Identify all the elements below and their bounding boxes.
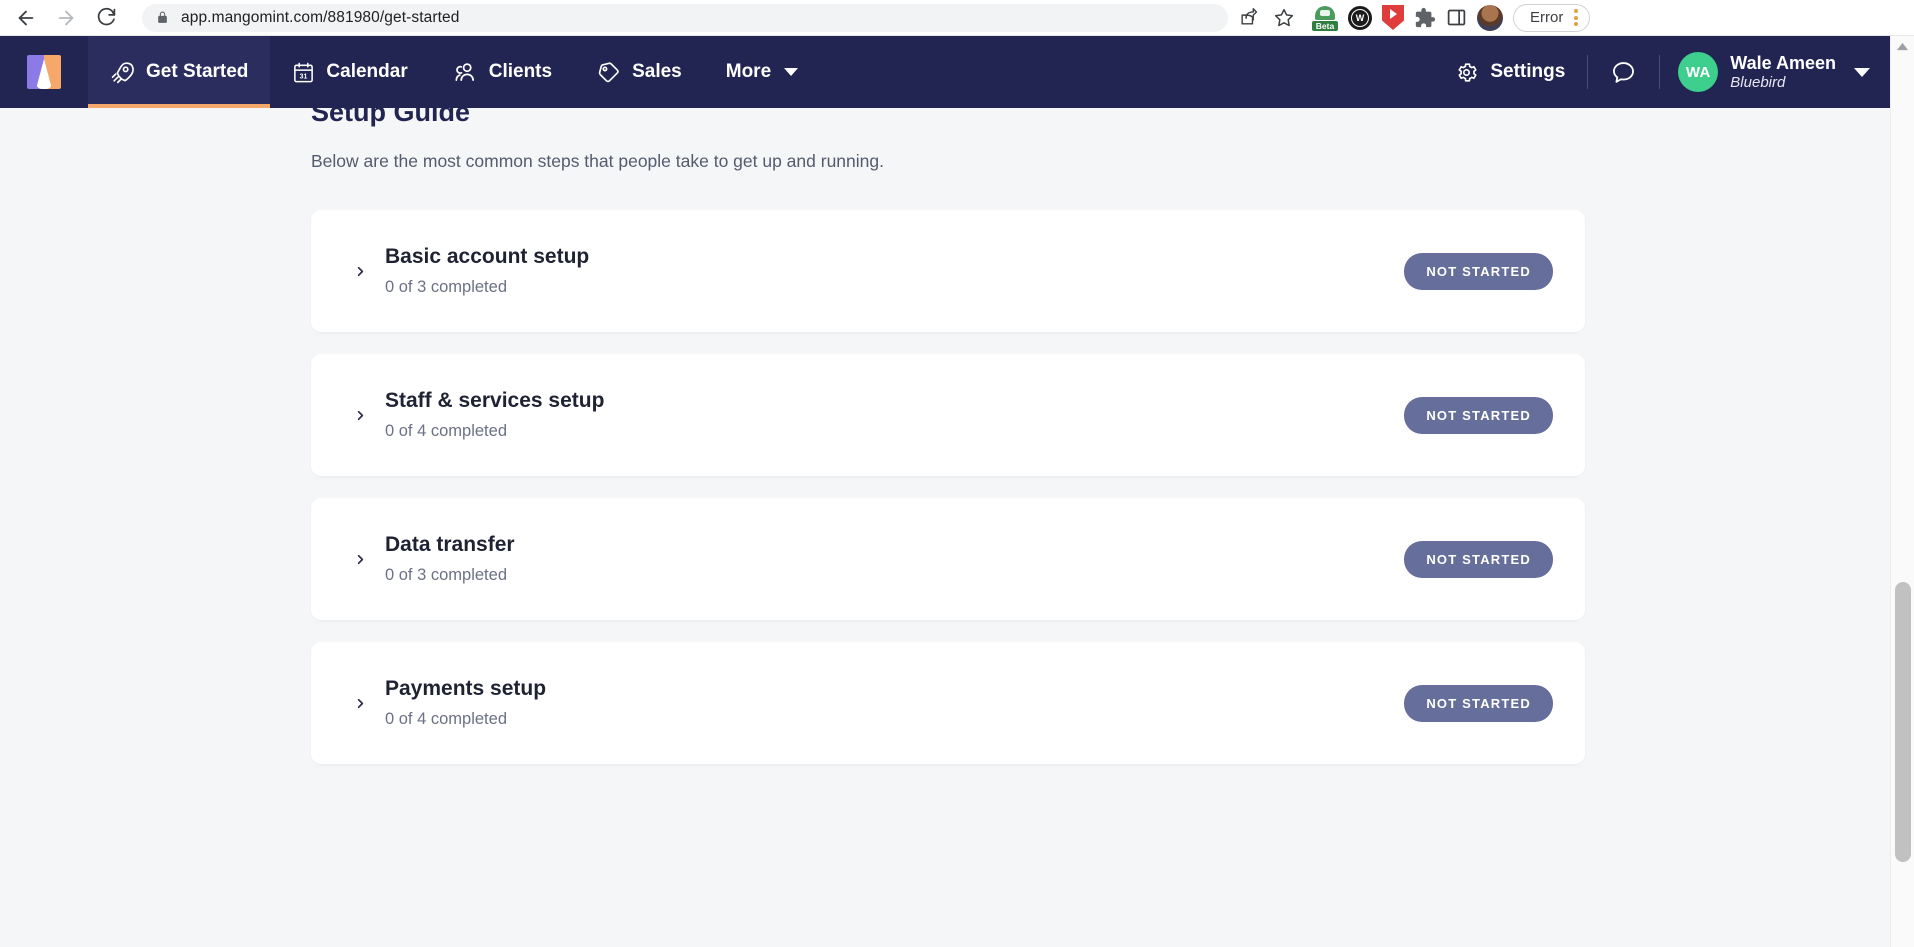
chrome-menu-icon[interactable]: [1569, 9, 1583, 26]
url-text: app.mangomint.com/881980/get-started: [181, 8, 460, 26]
rocket-icon: [110, 60, 135, 85]
page-subtitle: Below are the most common steps that peo…: [311, 151, 884, 171]
chevron-right-icon[interactable]: [347, 262, 373, 281]
wallet-extension-icon[interactable]: W: [1348, 5, 1372, 30]
back-arrow-icon[interactable]: [6, 2, 46, 34]
beta-extension-icon[interactable]: Beta: [1312, 4, 1338, 31]
clients-icon: [452, 59, 478, 85]
profile-avatar-icon[interactable]: [1477, 4, 1503, 31]
nav-label-more: More: [725, 61, 772, 82]
user-info: Wale Ameen Bluebird: [1730, 53, 1836, 91]
video-download-extension-icon[interactable]: [1382, 5, 1404, 30]
gear-icon: [1454, 60, 1479, 85]
beta-extension-label: Beta: [1312, 20, 1338, 31]
card-title: Basic account setup: [385, 245, 590, 268]
error-button-label: Error: [1530, 9, 1564, 26]
chevron-right-icon[interactable]: [347, 406, 373, 425]
address-bar[interactable]: app.mangomint.com/881980/get-started: [142, 3, 1228, 32]
chevron-right-icon[interactable]: [347, 694, 373, 713]
card-text-group: Payments setup 0 of 4 completed: [385, 677, 546, 729]
avatar: WA: [1678, 52, 1719, 92]
nav-item-sales[interactable]: Sales: [574, 36, 704, 108]
wallet-extension-label: W: [1351, 8, 1369, 27]
user-chevron-down-icon: [1854, 67, 1870, 77]
share-icon[interactable]: [1232, 4, 1264, 32]
omnibox-actions: [1232, 4, 1300, 32]
user-org: Bluebird: [1730, 73, 1786, 91]
card-title: Data transfer: [385, 533, 515, 556]
user-name: Wale Ameen: [1730, 53, 1836, 74]
browser-nav-buttons: [0, 2, 126, 34]
setup-card-data-transfer[interactable]: Data transfer 0 of 3 completed NOT START…: [311, 498, 1585, 620]
status-badge: NOT STARTED: [1404, 684, 1553, 722]
card-progress: 0 of 3 completed: [385, 566, 507, 584]
card-title: Staff & services setup: [385, 389, 605, 412]
card-text-group: Basic account setup 0 of 3 completed: [385, 245, 589, 297]
browser-toolbar: app.mangomint.com/881980/get-started Bet…: [0, 0, 1914, 36]
calendar-icon: 31: [292, 61, 315, 84]
setup-guide-card-list: Basic account setup 0 of 3 completed NOT…: [305, 210, 1585, 764]
nav-label-get-started: Get Started: [146, 61, 249, 82]
error-button[interactable]: Error: [1513, 3, 1591, 32]
card-title: Payments setup: [385, 677, 547, 700]
nav-label-sales: Sales: [632, 61, 682, 82]
chevron-down-icon: [784, 68, 799, 76]
nav-label-calendar: Calendar: [326, 61, 408, 82]
nav-item-calendar[interactable]: 31 Calendar: [270, 36, 429, 108]
card-progress: 0 of 3 completed: [385, 278, 507, 296]
mangomint-logo[interactable]: [0, 36, 88, 108]
browser-extensions: Beta W: [1312, 4, 1503, 31]
tag-icon: [596, 60, 621, 85]
status-badge: NOT STARTED: [1404, 252, 1553, 290]
nav-item-settings[interactable]: Settings: [1432, 60, 1587, 85]
card-text-group: Data transfer 0 of 3 completed: [385, 533, 515, 585]
nav-item-get-started[interactable]: Get Started: [88, 36, 271, 108]
nav-label-settings: Settings: [1490, 61, 1566, 82]
reload-icon[interactable]: [86, 2, 126, 34]
nav-item-more[interactable]: More: [704, 36, 820, 108]
svg-text:31: 31: [300, 73, 308, 80]
user-menu[interactable]: WA Wale Ameen Bluebird: [1660, 52, 1890, 92]
setup-card-payments-setup[interactable]: Payments setup 0 of 4 completed NOT STAR…: [311, 642, 1585, 764]
extensions-puzzle-icon[interactable]: [1414, 7, 1436, 29]
lock-icon: [156, 10, 169, 25]
page-scrollbar[interactable]: [1890, 36, 1914, 947]
status-badge: NOT STARTED: [1404, 540, 1553, 578]
card-progress: 0 of 4 completed: [385, 710, 507, 728]
scrollbar-thumb[interactable]: [1895, 582, 1911, 862]
nav-label-clients: Clients: [488, 61, 553, 82]
mangomint-logo-mark: [27, 55, 61, 89]
app-navbar: Get Started 31 Calendar Clients Sales Mo…: [0, 36, 1890, 108]
side-panel-icon[interactable]: [1446, 7, 1467, 28]
page-body: Setup Guide Below are the most common st…: [0, 108, 1890, 947]
avatar-initials: WA: [1685, 63, 1711, 81]
status-badge: NOT STARTED: [1404, 396, 1553, 434]
forward-arrow-icon[interactable]: [46, 2, 86, 34]
nav-item-clients[interactable]: Clients: [430, 36, 574, 108]
navbar-right: Settings WA Wale Ameen Bluebird: [1432, 36, 1890, 108]
page-title: Setup Guide: [311, 108, 471, 127]
card-text-group: Staff & services setup 0 of 4 completed: [385, 389, 604, 441]
bookmark-star-icon[interactable]: [1268, 4, 1300, 32]
scrollbar-up-arrow-icon[interactable]: [1891, 36, 1914, 56]
setup-card-staff-services-setup[interactable]: Staff & services setup 0 of 4 completed …: [311, 354, 1585, 476]
setup-card-basic-account-setup[interactable]: Basic account setup 0 of 3 completed NOT…: [311, 210, 1585, 332]
chevron-right-icon[interactable]: [347, 550, 373, 569]
card-progress: 0 of 4 completed: [385, 422, 507, 440]
chat-bubble-icon[interactable]: [1588, 59, 1659, 86]
content-container: Setup Guide Below are the most common st…: [305, 108, 1585, 764]
